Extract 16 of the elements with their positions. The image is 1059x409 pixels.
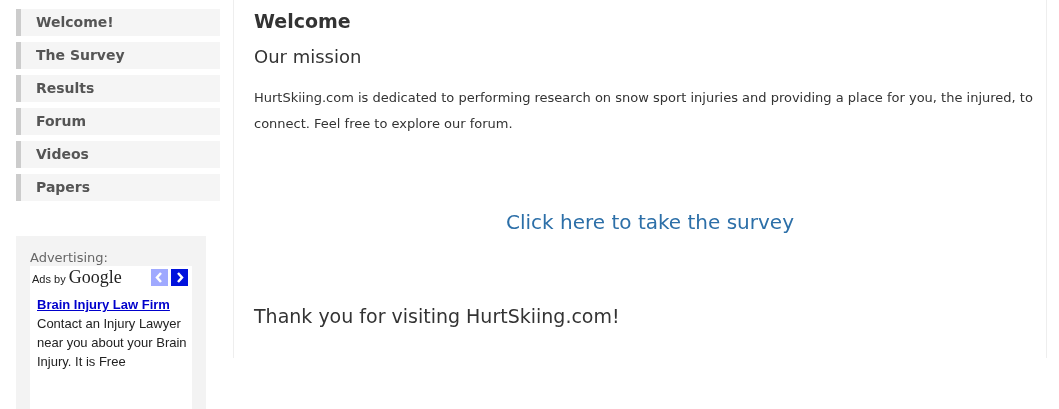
google-logo: Google [68, 268, 122, 286]
nav-item[interactable]: The Survey [16, 42, 220, 69]
section-heading: Our mission [254, 45, 362, 69]
nav-item[interactable]: Papers [16, 174, 220, 201]
ad-text: Contact an Injury Lawyer near you about your Brain Injury. It is Free [36, 315, 188, 371]
ad-title-link[interactable]: Brain Injury Law Firm [32, 295, 188, 314]
survey-link[interactable]: Click here to take the survey [506, 209, 794, 235]
nav-item[interactable]: Videos [16, 141, 220, 168]
page-title: Welcome [254, 9, 351, 34]
ad-heading: Advertising: [30, 250, 108, 266]
nav-item[interactable]: Forum [16, 108, 220, 135]
nav-item[interactable]: Results [16, 75, 220, 102]
ads-by-label: Ads by [32, 272, 66, 286]
nav-item[interactable]: Welcome! [16, 9, 220, 36]
mission-paragraph: HurtSkiing.com is dedicated to performing research on snow sport injuries and providing a place for you, the injured, to connect. Feel free to explore our forum. [254, 89, 1034, 133]
thanks-text: Thank you for visiting HurtSkiing.com! [254, 304, 620, 329]
